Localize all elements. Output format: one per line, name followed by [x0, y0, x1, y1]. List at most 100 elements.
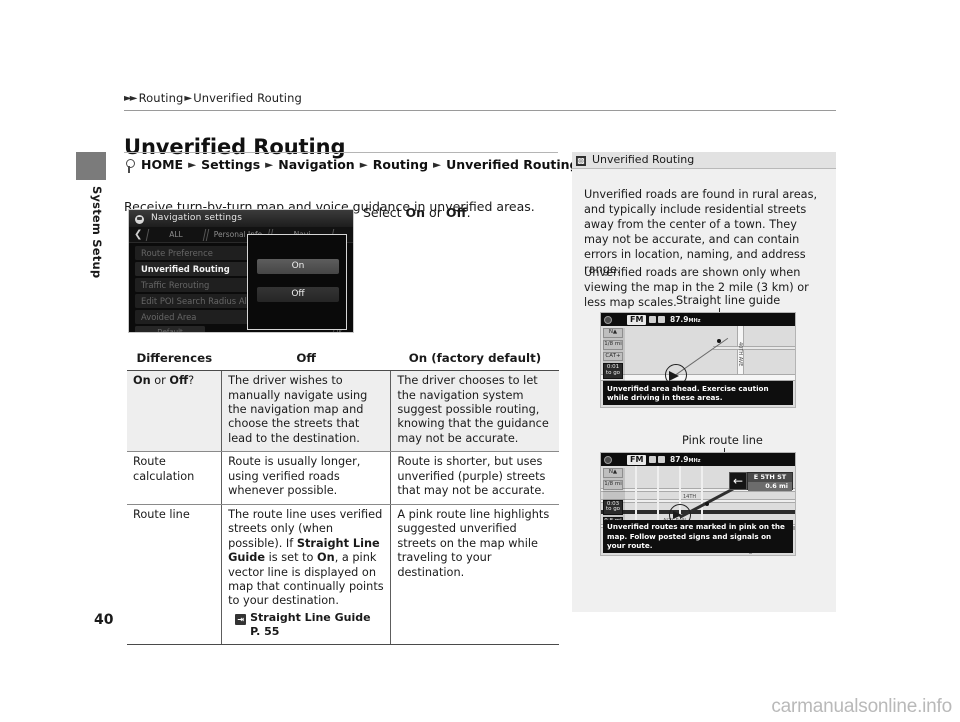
title-divider [124, 152, 558, 153]
map1-indicator-icon [649, 316, 656, 323]
table-cell-off-description: Route is usually longer, using verified … [221, 451, 392, 505]
navshot-tab-all-label: ALL [169, 230, 183, 239]
figure-2-map-screenshot: FM 87.9MHz 14TH ALTGRAN ← E 5TH ST 0.6 m… [600, 452, 796, 556]
watermark: carmanualsonline.info [771, 696, 952, 717]
select-middle: or [425, 205, 446, 220]
table-cell-on-description: The driver chooses to let the navigation… [390, 370, 559, 453]
differences-table: Differences Off On (factory default) On … [127, 348, 559, 646]
page-title: Unverified Routing [124, 135, 346, 160]
map2-guidance-distance: 0.6 mi [748, 482, 792, 491]
map1-indicator-icon [658, 316, 665, 323]
table-header-row: Differences Off On (factory default) [127, 348, 559, 372]
map1-frequency-value: 87.9 [670, 315, 689, 324]
info-note-icon: ▩ [576, 155, 586, 166]
table-row: On or Off? The driver wishes to manually… [127, 370, 559, 453]
path-segment-home: HOME [141, 157, 184, 172]
label-mid: or [150, 374, 170, 388]
section-tab-marker [76, 152, 106, 180]
path-arrow-icon: ► [433, 158, 442, 171]
navshot-tab-all[interactable]: ALL [145, 229, 207, 241]
table-cell-on-description: Route is shorter, but uses unverified (p… [390, 451, 559, 505]
page-number: 40 [94, 612, 114, 628]
map2-canvas: 14TH ALTGRAN ← E 5TH ST 0.6 mi N▲ 1/8 mi… [601, 466, 795, 555]
map2-road-major [601, 510, 795, 514]
cross-reference-label: Straight Line Guide [250, 610, 371, 624]
breadcrumb: ►►Routing►Unverified Routing [124, 91, 303, 105]
map1-vehicle-arrow-icon [669, 371, 679, 381]
path-arrow-icon: ► [359, 158, 368, 171]
info-panel-title: Unverified Routing [592, 153, 695, 166]
navshot-title-icon [135, 214, 144, 224]
figure-2-caption: Pink route line [682, 434, 763, 447]
section-label: System Setup [90, 186, 104, 279]
path-segment-unverified-routing: Unverified Routing [446, 157, 579, 172]
map1-status-bar: FM 87.9MHz [601, 313, 795, 326]
map2-route-point [705, 502, 709, 506]
map1-street-label: 40TH AVE [737, 342, 743, 367]
select-suffix: . [466, 205, 471, 220]
map2-vehicle-arrow-icon [673, 511, 682, 519]
map2-menu-icon [604, 455, 612, 464]
map1-hud-category: CAT+ [603, 351, 623, 362]
table-header-on: On (factory default) [390, 348, 559, 372]
breadcrumb-item-routing[interactable]: Routing [139, 91, 184, 105]
hand-pointer-icon [124, 159, 135, 174]
table-cell-off-description: The driver wishes to manually navigate u… [221, 370, 392, 453]
map2-hud-scale: 1/8 mi [603, 479, 623, 490]
map1-road-minor [713, 346, 795, 350]
info-paragraph-1: Unverified roads are found in rural area… [584, 188, 818, 277]
label-on: On [133, 374, 151, 388]
map1-hud-compass: N▲ [603, 328, 623, 338]
table-header-off: Off [221, 348, 391, 372]
navshot-popup-option-on[interactable]: On [257, 259, 339, 274]
path-arrow-icon: ► [265, 158, 274, 171]
map1-band-label: FM [627, 314, 647, 325]
jump-to-reference-icon: ⇥ [235, 613, 247, 625]
map1-menu-icon [604, 315, 612, 324]
map2-hud-eta: 0:03 to go [603, 499, 623, 516]
navshot-default-button[interactable]: Default [135, 326, 205, 332]
map1-destination-dot [717, 339, 721, 343]
navshot-popup-option-off[interactable]: Off [257, 287, 339, 302]
map1-road-horizontal [601, 374, 795, 381]
path-segment-routing: Routing [372, 157, 429, 172]
map2-road-minor [601, 499, 795, 503]
map2-indicator-icon [658, 456, 665, 463]
map1-hud-scale: 1/8 mi [603, 339, 623, 350]
breadcrumb-arrow-icon: ► [184, 93, 193, 104]
cross-reference[interactable]: ⇥ Straight Line Guide P. 55 [228, 611, 384, 639]
select-instruction: Select On or Off. [363, 205, 471, 220]
map2-indicator-icon [649, 456, 656, 463]
table-header-on-note: (factory default) [431, 351, 542, 365]
map1-hud-eta: 0:01 to go [603, 363, 623, 379]
map1-frequency-unit: MHz [688, 318, 701, 324]
table-cell-label-on-or-off: On or Off? [127, 370, 223, 453]
table-cell-label-route-calculation: Route calculation [127, 451, 223, 505]
off-bold-on: On [317, 551, 335, 565]
map2-info-banner: Unverified routes are marked in pink on … [603, 519, 793, 553]
map2-street-label-14th: 14TH [683, 494, 697, 500]
navshot-title: Navigation settings [129, 210, 353, 227]
table-header-differences: Differences [127, 348, 222, 372]
path-segment-settings: Settings [201, 157, 261, 172]
map2-turn-left-arrow-icon: ← [729, 472, 747, 490]
figure-1-caption: Straight line guide [676, 294, 781, 307]
back-chevron-icon[interactable]: ❮ [134, 229, 142, 240]
map1-warning-banner: Unverified area ahead. Exercise caution … [603, 381, 793, 405]
select-option-off: Off [445, 205, 467, 220]
table-cell-off-description: The route line uses verified streets onl… [221, 503, 392, 646]
select-option-on: On [405, 205, 426, 220]
table-header-on-bold: On [408, 351, 432, 365]
map2-guidance-street: E 5TH ST [748, 473, 792, 482]
figure-1-map-screenshot: FM 87.9MHz 40TH AVE N▲ 1/8 mi CAT+ 0:01 … [600, 312, 796, 408]
cross-reference-page: P. 55 [250, 624, 280, 638]
table-cell-on-description: A pink route line highlights suggested u… [390, 503, 559, 646]
map2-hud-compass: N▲ [603, 468, 623, 478]
info-panel-header: ▩ Unverified Routing [572, 152, 836, 169]
path-arrow-icon: ► [188, 158, 197, 171]
off-text-part2: is set to [265, 551, 318, 565]
map1-canvas: 40TH AVE N▲ 1/8 mi CAT+ 0:01 to go 0.2 m… [601, 326, 795, 407]
label-suffix: ? [188, 374, 195, 388]
breadcrumb-item-unverified-routing[interactable]: Unverified Routing [193, 91, 302, 105]
select-prefix: Select [363, 205, 406, 220]
